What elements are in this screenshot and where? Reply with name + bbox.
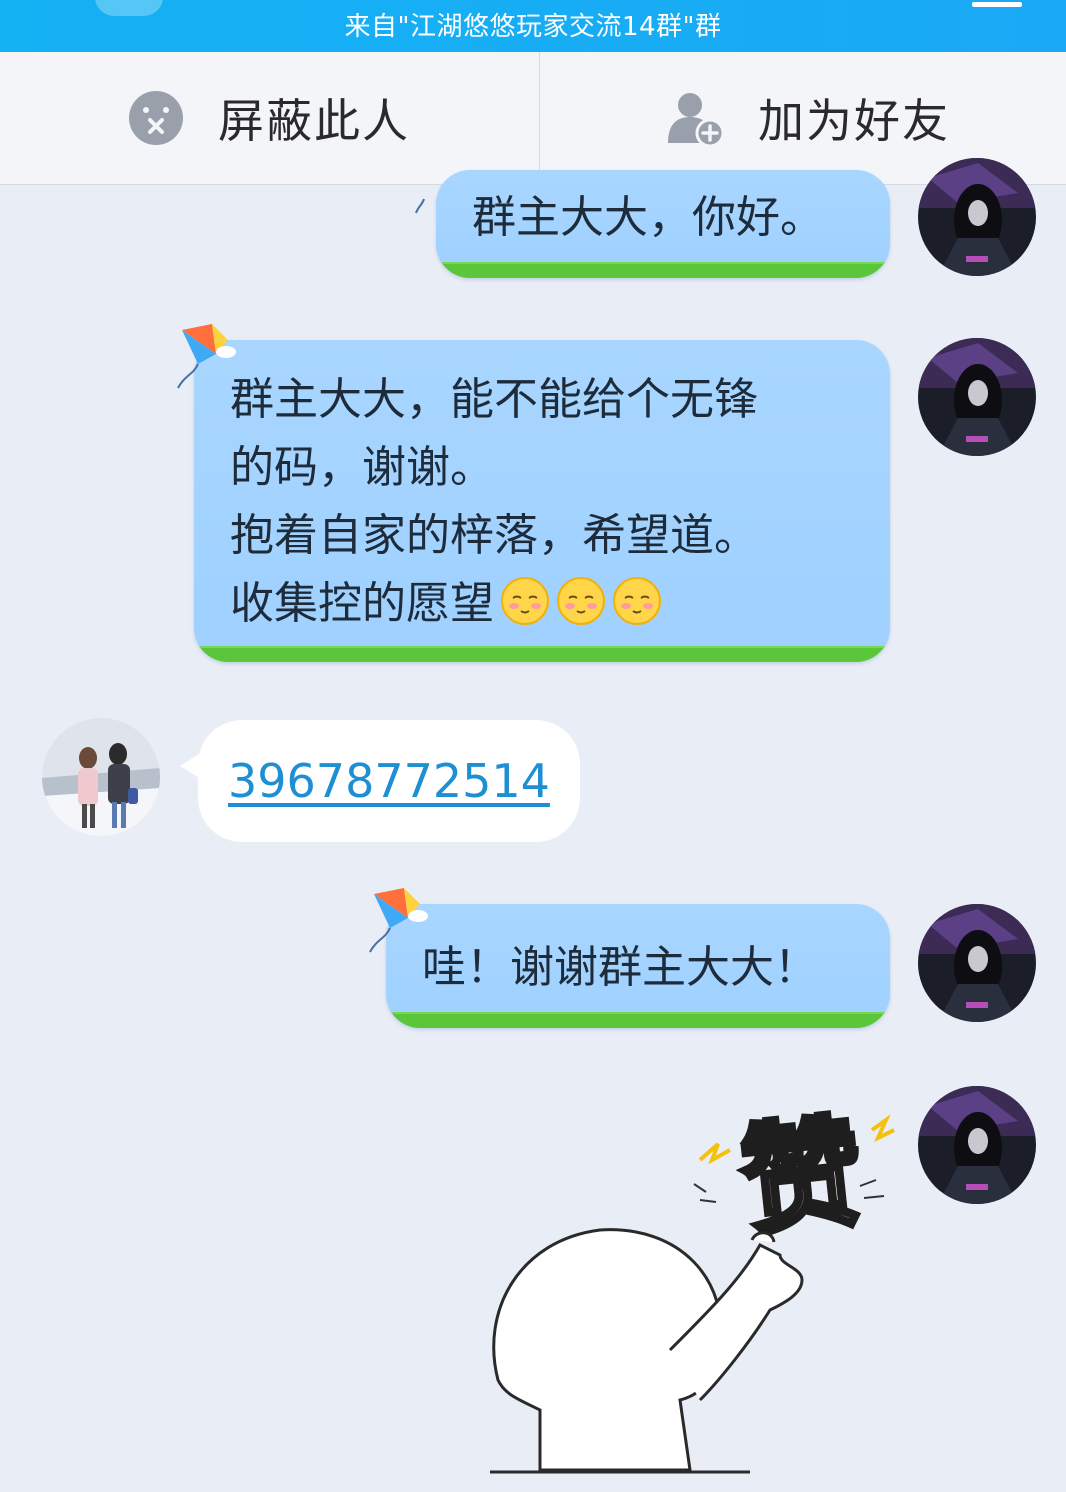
- chat-subtitle: 来自"江湖悠悠玩家交流14群"群: [344, 12, 722, 42]
- add-user-icon: [668, 93, 724, 147]
- message-bubble[interactable]: 群主大大，你好。: [436, 170, 890, 278]
- kite-icon: [177, 324, 236, 389]
- stranger-action-bar: 屏蔽此人 加为好友: [0, 52, 1066, 185]
- kite-icon: [415, 198, 425, 214]
- divider: [539, 52, 540, 184]
- message-bubble[interactable]: 群主大大，能不能给个无锋 的码，谢谢。 抱着自家的梓落，希望道。 收集控的愿望: [194, 340, 890, 662]
- qq-number-link[interactable]: 39678772514: [228, 754, 550, 808]
- my-avatar[interactable]: [918, 904, 1036, 1022]
- thumbs-up-sticker[interactable]: 赞: [480, 1080, 900, 1480]
- sender-avatar[interactable]: [42, 718, 160, 836]
- blush-smiley-icon: [501, 577, 549, 625]
- blush-smiley-icon: [613, 577, 661, 625]
- message-text-line: 抱着自家的梓落，希望道。: [230, 510, 758, 561]
- my-avatar[interactable]: [918, 338, 1036, 456]
- sticker-caption: 赞: [735, 1103, 869, 1254]
- menu-icon[interactable]: [972, 2, 1022, 7]
- add-friend-label: 加为好友: [758, 94, 950, 148]
- bubble-grass-decoration: [436, 262, 890, 278]
- title-bar: 来自"江湖悠悠玩家交流14群"群: [0, 0, 1066, 52]
- message-text-line: 的码，谢谢。: [230, 442, 494, 493]
- message-text-line: 群主大大，能不能给个无锋: [230, 374, 758, 425]
- blush-smiley-icon: [557, 577, 605, 625]
- message-bubble[interactable]: 39678772514: [198, 720, 580, 842]
- kite-icon: [369, 888, 428, 953]
- message-text: 群主大大，你好。: [472, 192, 824, 243]
- message-text: 收集控的愿望: [230, 578, 494, 629]
- message-bubble[interactable]: 哇！谢谢群主大大！: [386, 904, 890, 1028]
- bubble-grass-decoration: [386, 1012, 890, 1028]
- block-button[interactable]: 屏蔽此人: [128, 52, 410, 184]
- block-icon: [129, 91, 183, 145]
- my-avatar[interactable]: [918, 1086, 1036, 1204]
- bubble-grass-decoration: [194, 646, 890, 662]
- message-text-line: 收集控的愿望: [230, 570, 662, 638]
- block-label: 屏蔽此人: [218, 94, 410, 148]
- add-friend-button[interactable]: 加为好友: [666, 52, 950, 184]
- message-text: 哇！谢谢群主大大！: [422, 942, 818, 993]
- my-avatar[interactable]: [918, 158, 1036, 276]
